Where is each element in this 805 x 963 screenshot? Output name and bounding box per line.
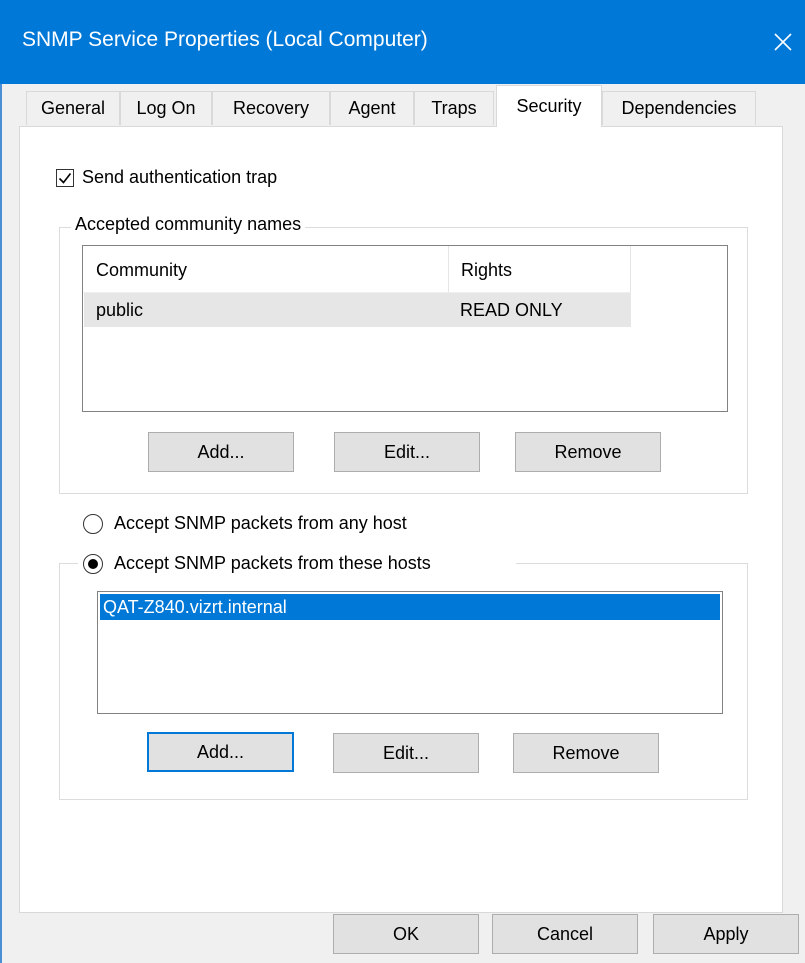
close-button[interactable] (760, 20, 805, 64)
title-bar: SNMP Service Properties (Local Computer) (0, 0, 805, 84)
accept-any-host-label: Accept SNMP packets from any host (114, 513, 407, 533)
tab-dependencies[interactable]: Dependencies (602, 91, 756, 125)
column-header-rights[interactable]: Rights (461, 260, 512, 281)
table-row[interactable]: public READ ONLY (84, 293, 631, 327)
accept-these-hosts-radio[interactable] (83, 554, 103, 574)
send-auth-trap-label: Send authentication trap (82, 167, 278, 187)
host-item-label: QAT-Z840.vizrt.internal (103, 597, 287, 617)
accept-any-host-radio[interactable] (83, 514, 103, 534)
tab-traps[interactable]: Traps (414, 91, 494, 125)
tab-security[interactable]: Security (496, 85, 602, 127)
cancel-button[interactable]: Cancel (492, 914, 638, 954)
column-divider (630, 246, 631, 292)
tab-general[interactable]: General (26, 91, 120, 125)
apply-button[interactable]: Apply (653, 914, 799, 954)
community-add-button[interactable]: Add... (148, 432, 294, 472)
community-listview[interactable]: Community Rights public READ ONLY (82, 245, 728, 412)
ok-button[interactable]: OK (333, 914, 479, 954)
tab-agent[interactable]: Agent (330, 91, 414, 125)
hosts-add-button[interactable]: Add... (147, 732, 294, 772)
community-group-legend: Accepted community names (71, 214, 306, 235)
tab-log-on[interactable]: Log On (120, 91, 212, 125)
hosts-edit-button[interactable]: Edit... (333, 733, 479, 773)
community-remove-button[interactable]: Remove (515, 432, 661, 472)
hosts-listbox[interactable]: QAT-Z840.vizrt.internal (97, 591, 723, 714)
close-icon (773, 33, 792, 51)
window-title: SNMP Service Properties (Local Computer) (22, 28, 428, 51)
checkmark-icon (58, 173, 72, 184)
hosts-group-legend: Accept SNMP packets from these hosts (78, 550, 516, 578)
list-item[interactable]: QAT-Z840.vizrt.internal (100, 594, 720, 620)
community-edit-button[interactable]: Edit... (334, 432, 480, 472)
accept-these-hosts-label: Accept SNMP packets from these hosts (114, 553, 431, 573)
rights-cell: READ ONLY (460, 300, 563, 320)
column-divider (448, 246, 449, 292)
community-cell: public (96, 300, 144, 320)
tab-recovery[interactable]: Recovery (212, 91, 330, 125)
send-auth-trap-checkbox[interactable] (56, 169, 74, 187)
column-header-community[interactable]: Community (96, 260, 187, 281)
hosts-remove-button[interactable]: Remove (513, 733, 659, 773)
